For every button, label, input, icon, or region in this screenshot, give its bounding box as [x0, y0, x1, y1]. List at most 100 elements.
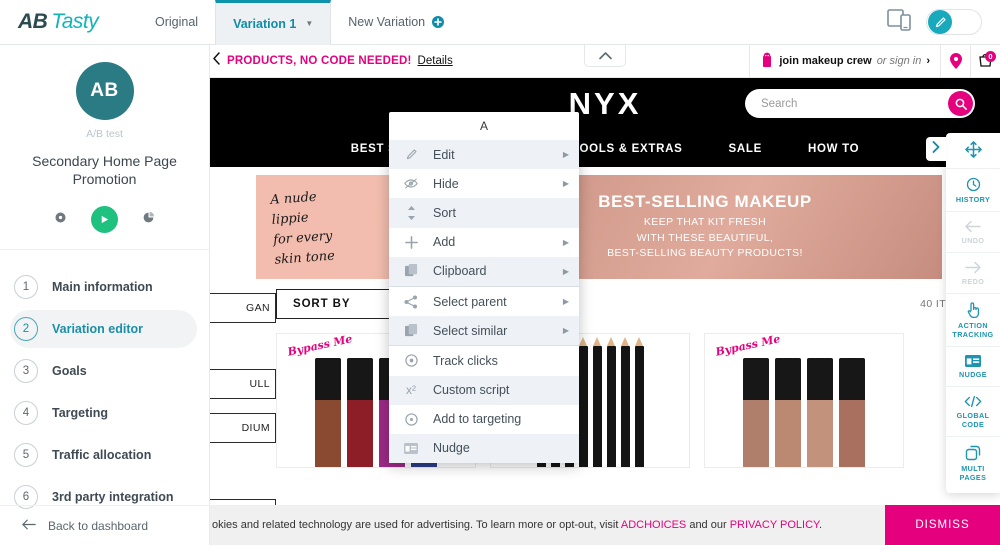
context-menu-item-track-clicks[interactable]: Track clicks [389, 346, 579, 376]
toolbar-action-tracking-button[interactable]: ACTION TRACKING [946, 294, 1000, 347]
back-to-dashboard-button[interactable]: Back to dashboard [0, 505, 210, 545]
cookie-banner: okies and related technology are used fo… [210, 505, 1000, 545]
crosshair-icon [389, 413, 433, 426]
nav-item-sale[interactable]: SALE [729, 143, 762, 155]
promo-right: join makeup crew or sign in › 0 [749, 45, 1000, 78]
nyx-logo[interactable]: NYX [569, 86, 642, 122]
pencil-icon [928, 10, 952, 34]
play-button[interactable] [91, 206, 118, 234]
tab-original[interactable]: Original [138, 0, 215, 45]
target-icon [389, 354, 433, 368]
eyeliner-pencil [606, 337, 616, 467]
site-preview-canvas: PRODUCTS, NO CODE NEEDED! Details join m… [210, 45, 1000, 545]
chevron-right-icon: ▶ [562, 326, 569, 336]
toolbar-label: GLOBAL CODE [956, 411, 990, 429]
privacy-policy-link[interactable]: PRIVACY POLICY [730, 519, 819, 531]
edit-mode-toggle[interactable] [926, 9, 982, 35]
chevron-up-icon [598, 47, 612, 65]
toolbar-global-code-button[interactable]: GLOBAL CODE [946, 387, 1000, 437]
context-menu-item-clipboard[interactable]: Clipboard ▶ [389, 256, 579, 286]
tab-new-variation[interactable]: New Variation [331, 0, 461, 45]
nav-item-tools-extras[interactable]: OOLS & EXTRAS [580, 143, 683, 155]
toolbar-nudge-button[interactable]: NUDGE [946, 347, 1000, 387]
makeup-crew-icon [760, 52, 774, 70]
sidebar-item-main-information[interactable]: 1 Main information [10, 268, 197, 306]
promo-details-link[interactable]: Details [418, 55, 453, 67]
tab-variation-1-label: Variation 1 [233, 16, 297, 31]
chevron-right-icon [932, 140, 940, 158]
filter-chip-medium[interactable]: DIUM [210, 413, 276, 443]
ab-tasty-logo[interactable]: AB Tasty [0, 10, 138, 34]
context-menu-item-custom-script[interactable]: x² Custom script [389, 375, 579, 405]
toolbar-multi-pages-button[interactable]: MULTI PAGES [946, 437, 1000, 489]
context-menu-item-edit[interactable]: Edit ▶ [389, 140, 579, 170]
chevron-left-icon[interactable] [212, 52, 221, 70]
sidebar-item-label: Traffic allocation [52, 448, 152, 463]
context-menu-item-label: Select parent [433, 294, 507, 309]
pencil-icon [389, 148, 433, 161]
ab-tasty-variation-editor: AB Tasty Original Variation 1 ▼ New Vari… [0, 0, 1000, 545]
context-menu-header: A [479, 119, 488, 133]
sidebar-item-variation-editor[interactable]: 2 Variation editor [10, 310, 197, 349]
location-pin-icon[interactable] [940, 45, 970, 78]
tab-variation-1[interactable]: Variation 1 ▼ [215, 0, 332, 45]
step-number: 2 [14, 317, 38, 342]
sidebar-item-traffic-allocation[interactable]: 5 Traffic allocation [10, 436, 197, 474]
crew-arrow: › [926, 55, 930, 67]
sidebar-item-goals[interactable]: 3 Goals [10, 352, 197, 390]
top-bar-actions [887, 8, 1000, 36]
responsive-device-icon[interactable] [887, 8, 912, 36]
settings-icon[interactable] [54, 211, 67, 229]
filter-chip-full[interactable]: ULL [210, 369, 276, 399]
search-input[interactable]: Search [745, 89, 975, 118]
gloss-tube [743, 358, 769, 467]
context-menu-item-label: Edit [433, 147, 455, 162]
context-menu-item-sort[interactable]: Sort [389, 198, 579, 228]
expand-toolbar-button[interactable] [926, 137, 946, 161]
promo-bar: PRODUCTS, NO CODE NEEDED! Details join m… [210, 45, 1000, 78]
context-menu-item-select-similar[interactable]: Select similar ▶ [389, 316, 579, 346]
eyeliner-pencil [578, 337, 588, 467]
context-menu-item-label: Select similar [433, 323, 508, 338]
wizard-steps: 1 Main information 2 Variation editor 3 … [0, 250, 209, 516]
dismiss-button[interactable]: DISMISS [885, 505, 1000, 545]
chevron-down-icon: ▼ [305, 19, 314, 28]
toolbar-redo-button[interactable]: REDO [946, 253, 1000, 294]
product-card[interactable]: Bypass Me [704, 333, 904, 468]
sidebar-item-label: Variation editor [52, 322, 143, 337]
collapse-preview-button[interactable] [584, 45, 626, 67]
cart-icon[interactable]: 0 [970, 45, 1000, 78]
logo-ab: AB [18, 10, 48, 33]
context-menu-item-add-to-targeting[interactable]: Add to targeting [389, 404, 579, 434]
element-context-menu: A Edit ▶ Hide ▶ Sort Add ▶ Clipboard ▶ S… [389, 112, 579, 464]
sort-row: SORT BY 40 ITEMS [276, 289, 970, 319]
plus-icon [389, 235, 433, 249]
toolbar-label: MULTI PAGES [959, 464, 987, 482]
adchoices-link[interactable]: ADCHOICES [621, 519, 686, 531]
site-header: NYX Search [210, 78, 1000, 130]
sidebar-item-targeting[interactable]: 4 Targeting [10, 394, 197, 432]
context-menu-item-add[interactable]: Add ▶ [389, 228, 579, 257]
arrow-left-icon [22, 519, 36, 533]
promo-left: PRODUCTS, NO CODE NEEDED! Details [210, 52, 453, 70]
search-icon[interactable] [948, 91, 973, 116]
toolbar-move-handle[interactable] [946, 133, 1000, 169]
toolbar-history-button[interactable]: HISTORY [946, 169, 1000, 212]
avatar-initials: AB [90, 80, 119, 101]
toolbar-undo-button[interactable]: UNDO [946, 212, 1000, 253]
join-makeup-crew-link[interactable]: join makeup crew or sign in › [750, 52, 940, 70]
sort-updown-icon [389, 205, 433, 220]
nav-item-how-to[interactable]: HOW TO [808, 143, 859, 155]
search-placeholder: Search [761, 97, 798, 110]
gloss-tube [839, 358, 865, 467]
chevron-right-icon: ▶ [562, 266, 569, 276]
context-menu-item-nudge[interactable]: Nudge [389, 433, 579, 464]
report-icon[interactable] [142, 211, 155, 229]
context-menu-item-select-parent[interactable]: Select parent ▶ [389, 286, 579, 317]
filter-chip-vegan[interactable]: GAN [210, 293, 276, 323]
toolbar-label: REDO [961, 277, 985, 286]
copy-icon [389, 323, 433, 338]
gloss-tube [315, 358, 341, 467]
context-menu-item-hide[interactable]: Hide ▶ [389, 169, 579, 198]
share-node-icon [389, 295, 433, 309]
